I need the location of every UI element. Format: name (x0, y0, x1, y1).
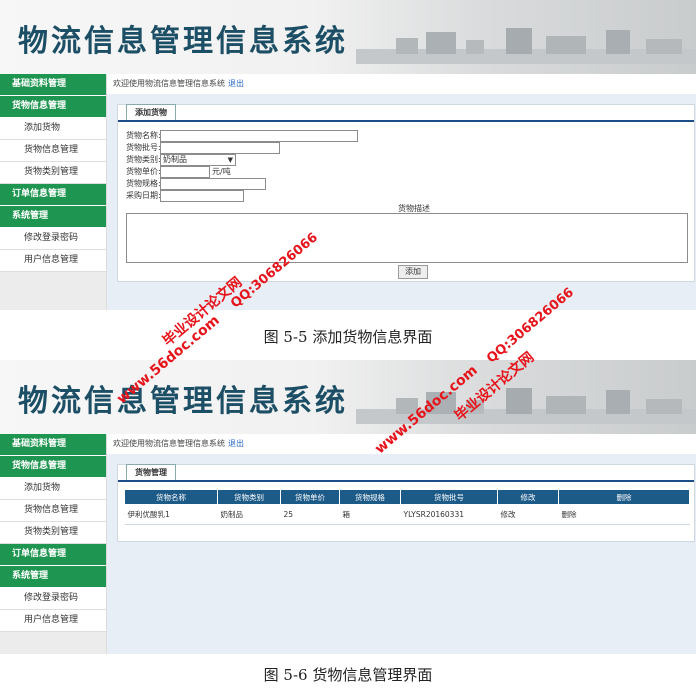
goods-name-input[interactable] (160, 130, 358, 142)
logout-link[interactable]: 退出 (228, 439, 244, 448)
app-banner: 物流信息管理信息系统 (0, 0, 696, 74)
tab-add-goods[interactable]: 添加货物 (126, 104, 176, 121)
table-row: 伊利优酸乳1 奶制品 25 箱 YLYSR20160331 修改 删除 (124, 504, 690, 525)
col-goods-batch: 货物批号 (400, 489, 498, 505)
skyline-image (356, 28, 696, 64)
col-goods-name: 货物名称 (124, 489, 218, 505)
sidebar-category-basic[interactable]: 基础资料管理 (0, 74, 106, 96)
col-edit: 修改 (497, 489, 559, 505)
delete-link[interactable]: 删除 (558, 504, 690, 525)
cell-goods-batch: YLYSR20160331 (400, 504, 498, 525)
app-banner: 物流信息管理信息系统 (0, 360, 696, 434)
app-title: 物流信息管理信息系统 (18, 384, 348, 419)
col-goods-price: 货物单价 (280, 489, 340, 505)
welcome-bar: 欢迎使用物流信息管理信息系统 退出 (107, 74, 696, 94)
screenshot-goods-management: 物流信息管理信息系统 基础资料管理 货物信息管理 添加货物 货物信息管理 货物类… (0, 360, 696, 654)
col-goods-category: 货物类别 (217, 489, 281, 505)
figure-caption-5-5: 图 5-5 添加货物信息界面 (263, 328, 433, 346)
add-button[interactable]: 添加 (398, 265, 428, 279)
sidebar-item-add-goods[interactable]: 添加货物 (0, 478, 106, 500)
goods-spec-input[interactable] (160, 178, 266, 190)
sidebar-item-goods-category[interactable]: 货物类别管理 (0, 522, 106, 544)
cell-goods-spec: 箱 (339, 504, 401, 525)
description-textarea[interactable] (126, 213, 688, 263)
sidebar-item-user-info[interactable]: 用户信息管理 (0, 610, 106, 632)
col-delete: 删除 (558, 489, 690, 505)
cell-goods-name: 伊利优酸乳1 (124, 504, 218, 525)
col-goods-spec: 货物规格 (339, 489, 401, 505)
purchase-date-label: 采购日期: (126, 191, 161, 200)
goods-name-label: 货物名称: (126, 131, 161, 140)
tab-underline (118, 120, 694, 122)
welcome-text: 欢迎使用物流信息管理信息系统 (113, 439, 225, 448)
goods-price-label: 货物单价: (126, 167, 161, 176)
main-area: 欢迎使用物流信息管理信息系统 退出 添加货物 货物名称: 货物批号: 货物类别: … (107, 74, 696, 310)
sidebar-item-change-password[interactable]: 修改登录密码 (0, 588, 106, 610)
sidebar-item-goods-info[interactable]: 货物信息管理 (0, 140, 106, 162)
sidebar-category-orders[interactable]: 订单信息管理 (0, 184, 106, 206)
welcome-text: 欢迎使用物流信息管理信息系统 (113, 79, 225, 88)
add-goods-panel: 添加货物 货物名称: 货物批号: 货物类别: 奶制品 ▼ 货物单价: 元/吨 货… (117, 104, 695, 282)
sidebar: 基础资料管理 货物信息管理 添加货物 货物信息管理 货物类别管理 订单信息管理 … (0, 74, 107, 310)
goods-category-value: 奶制品 (163, 155, 187, 164)
tab-goods-management[interactable]: 货物管理 (126, 464, 176, 481)
goods-batch-input[interactable] (160, 142, 280, 154)
add-goods-form: 货物名称: 货物批号: 货物类别: 奶制品 ▼ 货物单价: 元/吨 货物规格: … (126, 130, 686, 210)
goods-management-panel: 货物管理 货物名称 货物类别 货物单价 货物规格 货物批号 修改 删除 伊利优酸… (117, 464, 695, 542)
sidebar-category-orders[interactable]: 订单信息管理 (0, 544, 106, 566)
main-area: 欢迎使用物流信息管理信息系统 退出 货物管理 货物名称 货物类别 货物单价 货物规… (107, 434, 696, 654)
app-title: 物流信息管理信息系统 (18, 24, 348, 59)
screenshot-add-goods: 物流信息管理信息系统 基础资料管理 货物信息管理 添加货物 货物信息管理 货物类… (0, 0, 696, 310)
sidebar-category-basic[interactable]: 基础资料管理 (0, 434, 106, 456)
goods-table: 货物名称 货物类别 货物单价 货物规格 货物批号 修改 删除 伊利优酸乳1 奶制… (124, 489, 690, 525)
sidebar-item-change-password[interactable]: 修改登录密码 (0, 228, 106, 250)
goods-batch-label: 货物批号: (126, 143, 161, 152)
chevron-down-icon: ▼ (227, 156, 233, 164)
table-header-row: 货物名称 货物类别 货物单价 货物规格 货物批号 修改 删除 (124, 489, 690, 505)
cell-goods-category: 奶制品 (217, 504, 281, 525)
purchase-date-input[interactable] (160, 190, 244, 202)
sidebar-category-goods[interactable]: 货物信息管理 (0, 96, 106, 118)
figure-caption-5-6: 图 5-6 货物信息管理界面 (263, 666, 433, 684)
price-unit: 元/吨 (212, 167, 231, 176)
sidebar-category-system[interactable]: 系统管理 (0, 566, 106, 588)
tab-underline (118, 480, 694, 482)
logout-link[interactable]: 退出 (228, 79, 244, 88)
sidebar-item-add-goods[interactable]: 添加货物 (0, 118, 106, 140)
sidebar: 基础资料管理 货物信息管理 添加货物 货物信息管理 货物类别管理 订单信息管理 … (0, 434, 107, 654)
goods-spec-label: 货物规格: (126, 179, 161, 188)
cell-goods-price: 25 (280, 504, 340, 525)
goods-category-select[interactable]: 奶制品 ▼ (160, 154, 236, 166)
sidebar-category-system[interactable]: 系统管理 (0, 206, 106, 228)
goods-category-label: 货物类别: (126, 155, 161, 164)
goods-price-input[interactable] (160, 166, 210, 178)
sidebar-category-goods[interactable]: 货物信息管理 (0, 456, 106, 478)
sidebar-item-goods-category[interactable]: 货物类别管理 (0, 162, 106, 184)
edit-link[interactable]: 修改 (497, 504, 559, 525)
sidebar-item-goods-info[interactable]: 货物信息管理 (0, 500, 106, 522)
sidebar-item-user-info[interactable]: 用户信息管理 (0, 250, 106, 272)
